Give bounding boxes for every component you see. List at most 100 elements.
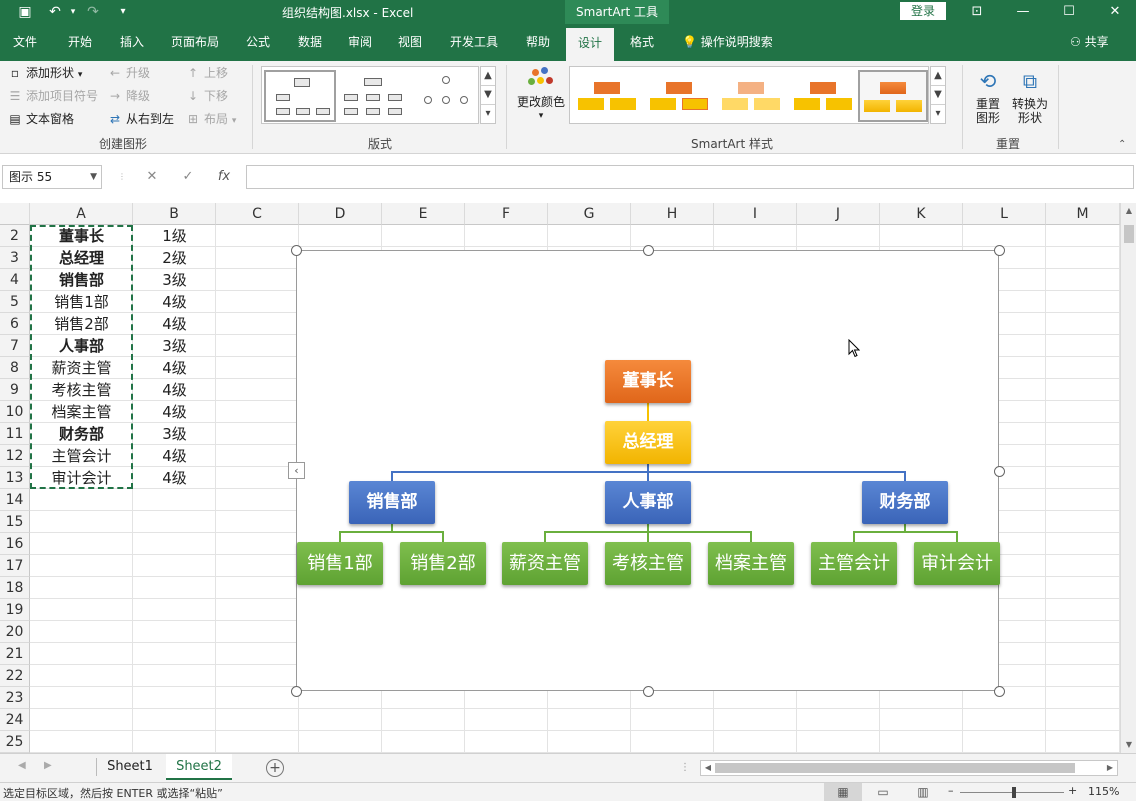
- column-header-j[interactable]: J: [797, 203, 880, 225]
- column-header-k[interactable]: K: [880, 203, 963, 225]
- name-box[interactable]: 图示 55 ▼: [2, 165, 102, 189]
- tab-insert[interactable]: 插入: [110, 24, 154, 61]
- close-icon[interactable]: ✕: [1092, 0, 1136, 24]
- sheet-tab-sheet1[interactable]: Sheet1: [98, 754, 162, 780]
- styles-gallery-scroll[interactable]: ▲ ▼ ▾: [930, 66, 946, 124]
- cell-b[interactable]: 4级: [133, 445, 216, 467]
- layout-thumb-circle[interactable]: [410, 70, 482, 122]
- org-node-unit[interactable]: 销售1部: [297, 542, 383, 585]
- row-header-23[interactable]: 23: [0, 687, 30, 709]
- tab-data[interactable]: 数据: [288, 24, 332, 61]
- row-header-19[interactable]: 19: [0, 599, 30, 621]
- row-header-13[interactable]: 13: [0, 467, 30, 489]
- layout-button[interactable]: ⊞ 布局 ▾: [186, 110, 236, 128]
- org-node-department[interactable]: 人事部: [605, 481, 691, 524]
- hscroll-grip-icon[interactable]: ⋮: [680, 762, 690, 773]
- org-node-chairman[interactable]: 董事长: [605, 360, 691, 403]
- row-header-22[interactable]: 22: [0, 665, 30, 687]
- org-node-unit[interactable]: 档案主管: [708, 542, 794, 585]
- style-thumb-3[interactable]: [716, 70, 786, 122]
- zoom-out-button[interactable]: –: [948, 784, 954, 797]
- row-header-4[interactable]: 4: [0, 269, 30, 291]
- tell-me-search[interactable]: 💡 操作说明搜索: [682, 24, 773, 61]
- page-break-view-button[interactable]: ▥: [904, 783, 942, 801]
- collapse-ribbon-icon[interactable]: ⌃: [1118, 139, 1126, 150]
- resize-handle-s[interactable]: [643, 686, 654, 697]
- tab-formulas[interactable]: 公式: [236, 24, 280, 61]
- insert-function-icon[interactable]: fx: [210, 165, 238, 189]
- add-sheet-button[interactable]: +: [266, 759, 284, 777]
- style-thumb-4[interactable]: [788, 70, 858, 122]
- text-pane-button[interactable]: ▤ 文本窗格: [8, 110, 74, 128]
- layout-thumb-name-title[interactable]: [338, 70, 410, 122]
- zoom-slider-knob[interactable]: [1012, 787, 1016, 798]
- scroll-down-icon[interactable]: ▼: [1121, 737, 1136, 753]
- scroll-up-icon[interactable]: ▲: [481, 67, 495, 86]
- style-thumb-2[interactable]: [644, 70, 714, 122]
- scroll-down-icon[interactable]: ▼: [931, 86, 945, 105]
- tab-developer[interactable]: 开发工具: [444, 24, 504, 61]
- tab-help[interactable]: 帮助: [516, 24, 560, 61]
- column-header-i[interactable]: I: [714, 203, 797, 225]
- column-header-c[interactable]: C: [216, 203, 299, 225]
- undo-dropdown-icon[interactable]: ▾: [62, 3, 84, 21]
- cell-b[interactable]: 1级: [133, 225, 216, 247]
- tab-review[interactable]: 审阅: [338, 24, 382, 61]
- convert-to-shapes-button[interactable]: ⧉ 转换为 形状: [1008, 65, 1052, 125]
- resize-handle-se[interactable]: [994, 686, 1005, 697]
- cell-b[interactable]: 2级: [133, 247, 216, 269]
- tab-design[interactable]: 设计: [566, 28, 614, 61]
- worksheet-grid[interactable]: ABCDEFGHIJKLM 2 3 4 5 6 7 8 9 10 11 12 13 14 15 16 17 18…: [0, 203, 1120, 753]
- scroll-left-icon[interactable]: ◀: [701, 761, 715, 775]
- row-header-10[interactable]: 10: [0, 401, 30, 423]
- reset-graphic-button[interactable]: ⟲ 重置 图形: [970, 65, 1006, 125]
- add-bullet-button[interactable]: ☰ 添加项目符号: [8, 87, 98, 105]
- column-header-e[interactable]: E: [382, 203, 465, 225]
- cell-b[interactable]: 3级: [133, 423, 216, 445]
- row-header-17[interactable]: 17: [0, 555, 30, 577]
- cell-b[interactable]: 4级: [133, 357, 216, 379]
- cell-b[interactable]: 4级: [133, 313, 216, 335]
- org-node-gm[interactable]: 总经理: [605, 421, 691, 464]
- save-icon[interactable]: ▣: [14, 3, 36, 21]
- row-header-5[interactable]: 5: [0, 291, 30, 313]
- row-header-15[interactable]: 15: [0, 511, 30, 533]
- gallery-more-icon[interactable]: ▾: [931, 105, 945, 124]
- org-node-unit[interactable]: 主管会计: [811, 542, 897, 585]
- scroll-up-icon[interactable]: ▲: [1121, 203, 1136, 219]
- row-header-21[interactable]: 21: [0, 643, 30, 665]
- tab-file[interactable]: 文件: [4, 24, 46, 61]
- org-node-unit[interactable]: 销售2部: [400, 542, 486, 585]
- sheet-tab-sheet2[interactable]: Sheet2: [166, 754, 232, 780]
- tab-view[interactable]: 视图: [388, 24, 432, 61]
- move-down-button[interactable]: ↓ 下移: [186, 87, 228, 105]
- tab-format[interactable]: 格式: [620, 24, 664, 61]
- redo-icon[interactable]: ↷: [82, 3, 104, 21]
- resize-handle-ne[interactable]: [994, 245, 1005, 256]
- cell-b[interactable]: 4级: [133, 291, 216, 313]
- demote-button[interactable]: → 降级: [108, 87, 150, 105]
- org-node-unit[interactable]: 薪资主管: [502, 542, 588, 585]
- cell-b[interactable]: 4级: [133, 379, 216, 401]
- row-header-18[interactable]: 18: [0, 577, 30, 599]
- cell-b[interactable]: 3级: [133, 269, 216, 291]
- scroll-right-icon[interactable]: ▶: [1103, 761, 1117, 775]
- style-thumb-5-selected[interactable]: [858, 70, 928, 122]
- scroll-down-icon[interactable]: ▼: [481, 86, 495, 105]
- cancel-icon[interactable]: ✕: [138, 165, 166, 189]
- row-header-7[interactable]: 7: [0, 335, 30, 357]
- column-header-h[interactable]: H: [631, 203, 714, 225]
- org-node-department[interactable]: 财务部: [862, 481, 948, 524]
- resize-handle-n[interactable]: [643, 245, 654, 256]
- row-header-12[interactable]: 12: [0, 445, 30, 467]
- row-header-3[interactable]: 3: [0, 247, 30, 269]
- page-layout-view-button[interactable]: ▭: [864, 783, 902, 801]
- resize-handle-e[interactable]: [994, 466, 1005, 477]
- login-button[interactable]: 登录: [900, 2, 946, 20]
- resize-handle-nw[interactable]: [291, 245, 302, 256]
- row-header-25[interactable]: 25: [0, 731, 30, 753]
- org-node-department[interactable]: 销售部: [349, 481, 435, 524]
- column-header-f[interactable]: F: [465, 203, 548, 225]
- scroll-up-icon[interactable]: ▲: [931, 67, 945, 86]
- cell-b[interactable]: 4级: [133, 401, 216, 423]
